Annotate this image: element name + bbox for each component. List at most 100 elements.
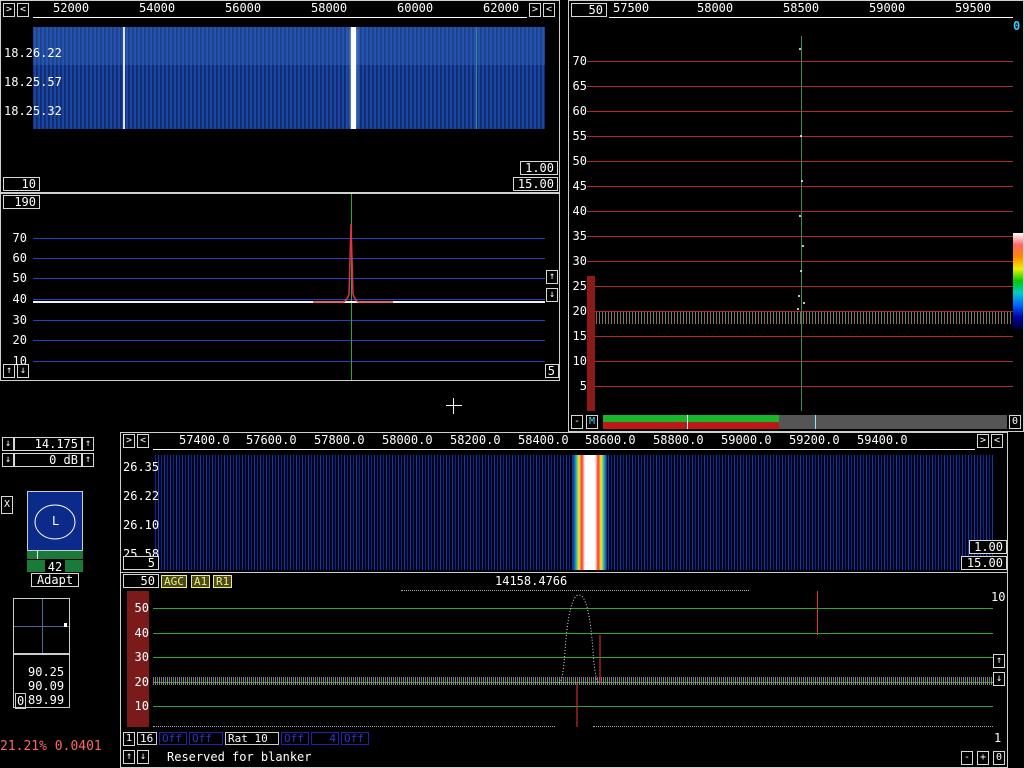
wide-freq-tick: 56000 [225, 1, 262, 15]
bb-left-button[interactable]: > [123, 434, 135, 448]
bb-freq-tick: 57400.0 [179, 433, 230, 447]
hires-corner-value: 0 [1013, 19, 1021, 33]
freq-up-button[interactable]: ↑ [82, 437, 94, 451]
wide-spec-y: 30 [12, 313, 27, 327]
bb-freq-tick: 59400.0 [857, 433, 908, 447]
hires-y: 55 [572, 129, 587, 143]
wide-spec-y: 70 [12, 231, 27, 245]
a1-button[interactable]: A1 [191, 575, 211, 588]
hires-avg-box[interactable]: 50 [571, 3, 607, 17]
wide-freq-tick: 52000 [53, 1, 90, 15]
hires-level-bar [603, 415, 1007, 429]
value-2: 90.09 [28, 679, 65, 693]
hires-y: 65 [572, 79, 587, 93]
bb-spec-y: 10 [134, 699, 149, 713]
mouse-cursor-icon [446, 398, 462, 414]
bb-off3-button[interactable]: Off [281, 732, 309, 745]
bb-four-button[interactable]: 4 [311, 732, 339, 745]
bb-freq-tick: 58400.0 [518, 433, 569, 447]
wide-time-label: 18.25.32 [4, 104, 62, 118]
wide-spec-left-up-button[interactable]: ↑ [3, 364, 15, 378]
bb-freq-tick: 58000.0 [382, 433, 433, 447]
baseband-panel: > < > < 57400.0 57600.0 57800.0 58000.0 … [120, 432, 1008, 768]
wide-avg-box[interactable]: 10 [3, 177, 40, 191]
bb-freq-tick: 58200.0 [450, 433, 501, 447]
hires-y: 40 [572, 204, 587, 218]
hires-y: 70 [572, 54, 587, 68]
bb-avg-box[interactable]: 50 [123, 574, 159, 588]
bb-spec-y: 40 [134, 626, 149, 640]
bb-waterfall[interactable] [153, 455, 993, 570]
hires-zero-button[interactable]: 0 [1009, 415, 1021, 429]
hires-spectrum[interactable] [587, 36, 1013, 411]
bb-up-button[interactable]: ↑ [123, 750, 135, 764]
wide-spec-right-box[interactable]: 5 [545, 364, 559, 378]
bb-off1-button[interactable]: Off [159, 732, 187, 745]
wide-spec-y: 20 [12, 333, 27, 347]
freq-value[interactable]: 14.175 [14, 437, 82, 451]
bb-b1-button[interactable]: 1 [123, 732, 135, 746]
bb-left-box[interactable]: 5 [123, 556, 159, 570]
bb-freq-tick: 57600.0 [246, 433, 297, 447]
wide-gain-bottom-box[interactable]: 15.00 [513, 177, 558, 191]
wide-spec-down-button[interactable]: ↓ [546, 288, 558, 302]
bb-gain-bottom-box[interactable]: 15.00 [961, 556, 1007, 570]
bb-zero-button[interactable]: 0 [993, 751, 1005, 765]
bb-off4-button[interactable]: Off [341, 732, 369, 745]
gain-value[interactable]: 0 dB [14, 453, 82, 467]
bb-left-button-2[interactable]: < [137, 434, 149, 448]
hires-freq-tick: 59000 [869, 1, 906, 15]
bb-down-button[interactable]: ↓ [137, 750, 149, 764]
bb-right-one: 1 [994, 731, 1002, 745]
hires-minus-button[interactable]: - [571, 415, 583, 429]
wide-left-arrow-button[interactable]: > [3, 3, 15, 17]
bb-off2-button[interactable]: Off [189, 732, 223, 745]
gain-down-button[interactable]: ↓ [2, 453, 14, 467]
bb-right-button[interactable]: > [977, 434, 989, 448]
wide-gain-top-box[interactable]: 1.00 [520, 161, 558, 175]
coherent-graph[interactable]: L [27, 491, 83, 551]
hires-y: 30 [572, 254, 587, 268]
wide-spec-y: 60 [12, 251, 27, 265]
bb-spec-down-button[interactable]: ↓ [993, 672, 1005, 686]
bb-spec-y: 30 [134, 650, 149, 664]
wide-spec-up-button[interactable]: ↑ [546, 270, 558, 284]
bb-plus-button[interactable]: + [977, 751, 989, 765]
hires-m-button[interactable]: M [586, 415, 598, 429]
bb-freq-tick: 59000.0 [721, 433, 772, 447]
bb-minus-button[interactable]: - [961, 751, 973, 765]
bb-right-button-2[interactable]: < [991, 434, 1003, 448]
freq-down-button[interactable]: ↓ [2, 437, 14, 451]
wide-freq-tick: 60000 [397, 1, 434, 15]
r1-button[interactable]: R1 [213, 575, 233, 588]
position-graph[interactable] [13, 598, 70, 654]
wide-spectrum-grid [33, 194, 545, 380]
hires-y: 60 [572, 104, 587, 118]
bb-spec-y: 20 [134, 675, 149, 689]
hires-freq-tick: 59500 [955, 1, 992, 15]
bb-freq-tick: 58600.0 [585, 433, 636, 447]
hires-color-scale [1013, 233, 1023, 329]
bb-spectrum[interactable] [127, 591, 993, 727]
wide-right-arrow-button[interactable]: > [529, 3, 541, 17]
wide-right-arrow-button-2[interactable]: < [543, 3, 555, 17]
hires-y: 10 [572, 354, 587, 368]
adapt-button[interactable]: Adapt [31, 573, 79, 587]
bb-rat-button[interactable]: Rat 10 [225, 732, 279, 745]
hires-freq-tick: 58000 [697, 1, 734, 15]
bb-gain-top-box[interactable]: 1.00 [969, 540, 1007, 554]
wide-spec-left-down-button[interactable]: ↓ [17, 364, 29, 378]
bb-b16-button[interactable]: 16 [137, 732, 157, 745]
gain-up-button[interactable]: ↑ [82, 453, 94, 467]
wide-spec-y: 50 [12, 271, 27, 285]
blanker-text: Reserved for blanker [167, 750, 312, 764]
x-button[interactable]: X [1, 496, 13, 514]
bb-freq-axis: 57400.0 57600.0 57800.0 58000.0 58200.0 … [153, 433, 975, 451]
bb-spec-up-button[interactable]: ↑ [993, 654, 1005, 668]
wide-waterfall[interactable] [33, 27, 545, 129]
wide-left-arrow-button-2[interactable]: < [17, 3, 29, 17]
wide-spectrum-panel: 190 70 60 50 40 30 20 10 ↑ ↓ ↑ ↓ 5 [0, 193, 560, 381]
value-1: 90.25 [28, 665, 65, 679]
s-meter-bar [27, 551, 83, 559]
agc-button[interactable]: AGC [161, 575, 187, 588]
